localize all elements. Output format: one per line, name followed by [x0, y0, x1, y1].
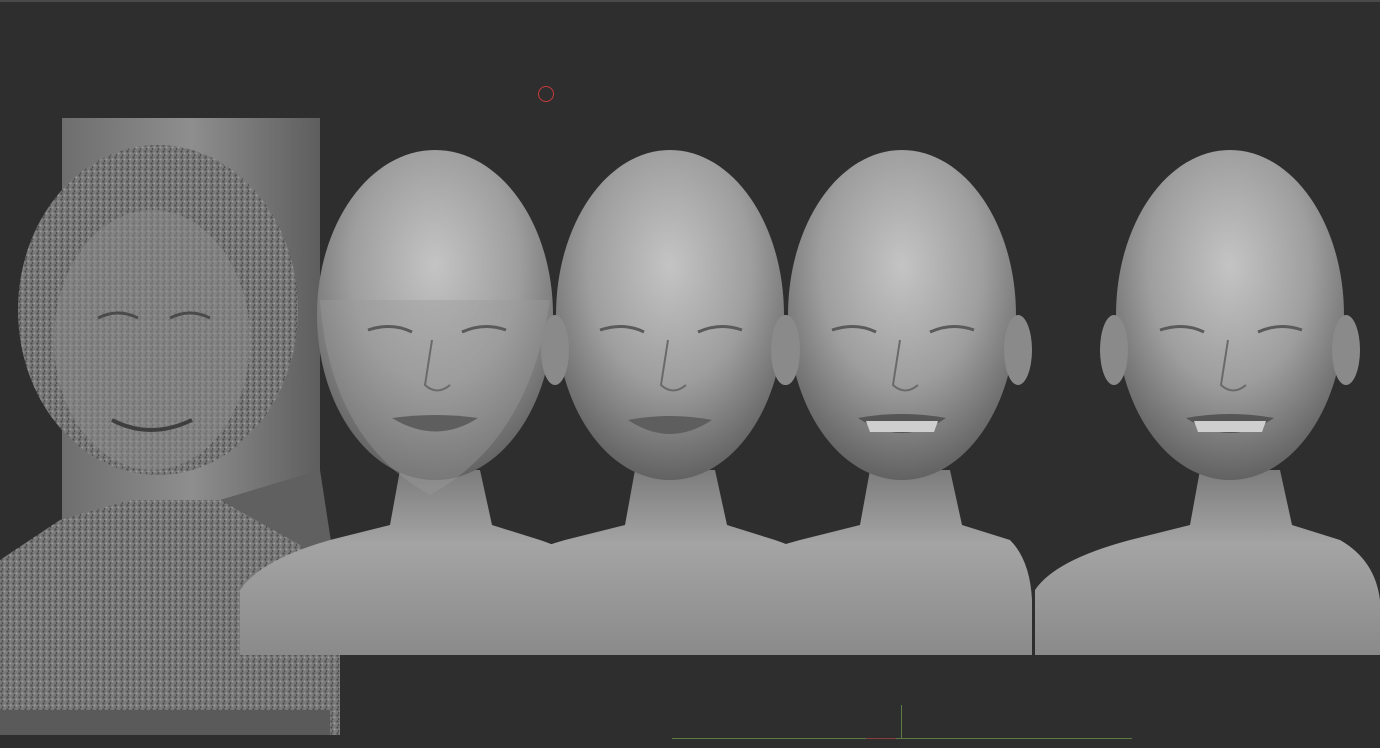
sculpt-bust-4[interactable]: [1035, 150, 1380, 655]
floor-grid-y-axis: [901, 705, 902, 739]
model-scene[interactable]: [0, 0, 1380, 748]
3d-viewport[interactable]: [0, 0, 1380, 748]
brush-cursor-icon: [538, 86, 554, 102]
floor-grid-x-axis: [672, 738, 1132, 739]
floor-grid-origin-marker: [866, 738, 896, 739]
